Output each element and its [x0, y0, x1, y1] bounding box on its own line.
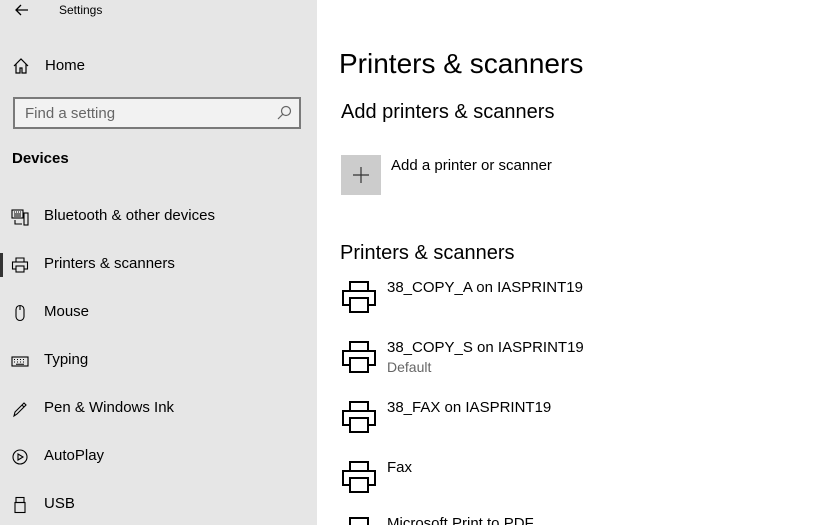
add-printer-label[interactable]: Add a printer or scanner	[391, 157, 552, 174]
printer-icon	[342, 461, 376, 493]
sidebar-item-usb[interactable]: USB	[0, 485, 317, 525]
page-title: Printers & scanners	[339, 48, 584, 79]
sidebar-item-printers-scanners[interactable]: Printers & scanners	[0, 245, 317, 285]
printer-item[interactable]: Fax	[341, 459, 801, 515]
sidebar-item-label: Typing	[44, 351, 89, 368]
sidebar: Settings Home Find a setting Devices Blu…	[0, 0, 317, 525]
back-arrow-icon	[15, 4, 28, 16]
plus-icon	[353, 167, 369, 183]
printer-icon	[11, 257, 29, 273]
app-title: Settings	[59, 3, 103, 17]
sidebar-item-label: Bluetooth & other devices	[44, 207, 215, 224]
printer-name: Fax	[387, 459, 413, 476]
search-icon[interactable]	[276, 105, 292, 121]
pen-icon	[13, 402, 27, 418]
printer-item[interactable]: 38_COPY_A on IASPRINT19	[341, 279, 801, 335]
keyboard-icon	[11, 356, 29, 367]
printer-icon	[342, 281, 376, 313]
sidebar-item-label: AutoPlay	[44, 447, 105, 464]
printer-item[interactable]: 38_FAX on IASPRINT19	[341, 399, 801, 455]
printers-list-title: Printers & scanners	[340, 242, 515, 264]
printer-icon	[342, 401, 376, 433]
home-icon	[13, 58, 29, 74]
search-field[interactable]: Find a setting	[13, 97, 301, 129]
sidebar-item-label: Home	[45, 57, 86, 74]
add-section-title: Add printers & scanners	[341, 101, 555, 123]
printer-item[interactable]: Microsoft Print to PDF	[341, 515, 801, 525]
search-placeholder: Find a setting	[25, 105, 116, 122]
add-printer-button[interactable]	[341, 155, 381, 195]
sidebar-item-home[interactable]: Home	[0, 50, 317, 82]
printer-item[interactable]: 38_COPY_S on IASPRINT19 Default	[341, 339, 801, 395]
sidebar-item-mouse[interactable]: Mouse	[0, 293, 317, 333]
mouse-icon	[15, 304, 25, 322]
main-content: Printers & scanners Add printers & scann…	[317, 0, 816, 525]
autoplay-icon	[12, 449, 28, 465]
sidebar-item-label: Printers & scanners	[44, 255, 175, 272]
back-button[interactable]	[10, 0, 34, 20]
printer-name: 38_COPY_A on IASPRINT19	[387, 279, 583, 296]
sidebar-item-label: Pen & Windows Ink	[44, 399, 175, 416]
printer-icon	[342, 341, 376, 373]
sidebar-item-label: USB	[44, 495, 75, 512]
printer-name: 38_COPY_S on IASPRINT19	[387, 339, 584, 356]
bluetooth-devices-icon	[11, 209, 29, 226]
printer-icon	[349, 517, 369, 525]
usb-icon	[14, 496, 26, 514]
sidebar-item-bluetooth[interactable]: Bluetooth & other devices	[0, 197, 317, 237]
printer-status: Default	[387, 359, 432, 375]
printer-name: 38_FAX on IASPRINT19	[387, 399, 552, 416]
printer-name: Microsoft Print to PDF	[387, 515, 534, 525]
section-title-devices: Devices	[12, 150, 69, 167]
sidebar-item-pen-windows-ink[interactable]: Pen & Windows Ink	[0, 389, 317, 429]
sidebar-item-typing[interactable]: Typing	[0, 341, 317, 381]
sidebar-item-label: Mouse	[44, 303, 90, 320]
sidebar-item-autoplay[interactable]: AutoPlay	[0, 437, 317, 477]
